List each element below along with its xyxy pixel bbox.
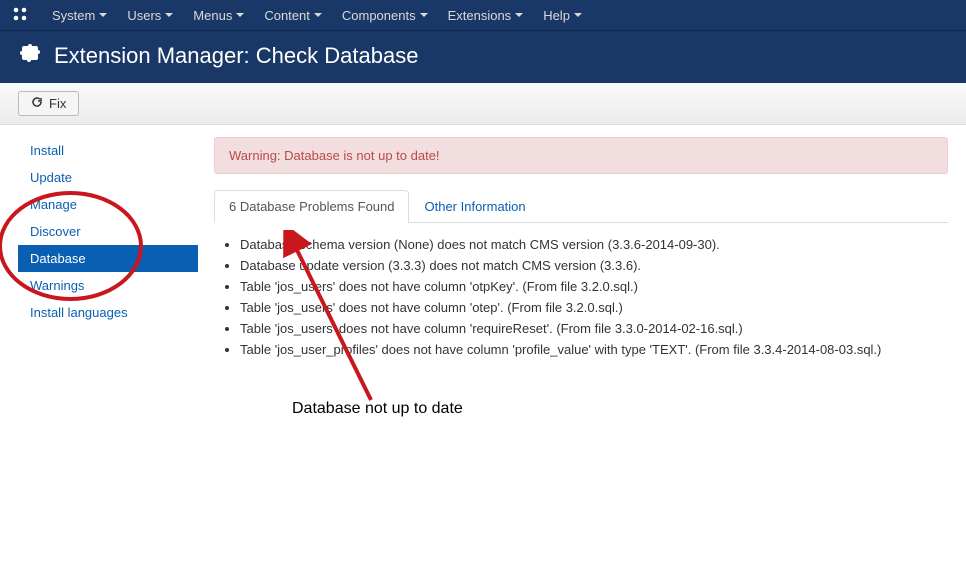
tab-other-information[interactable]: Other Information — [409, 190, 540, 222]
page-title-text: Extension Manager: Check Database — [54, 43, 418, 69]
sidebar-item-label: Update — [30, 170, 72, 185]
chevron-down-icon — [165, 13, 173, 17]
problem-item: Database update version (3.3.3) does not… — [240, 258, 944, 273]
sidebar-item-update[interactable]: Update — [18, 164, 198, 191]
chevron-down-icon — [99, 13, 107, 17]
menu-label: Users — [127, 8, 161, 23]
sidebar-item-install-languages[interactable]: Install languages — [18, 299, 198, 326]
sidebar-item-label: Discover — [30, 224, 81, 239]
problem-item: Table 'jos_user_profiles' does not have … — [240, 342, 944, 357]
fix-button[interactable]: Fix — [18, 91, 79, 116]
sidebar-item-label: Install languages — [30, 305, 128, 320]
problem-item: Table 'jos_users' does not have column '… — [240, 300, 944, 315]
sidebar-item-label: Warnings — [30, 278, 84, 293]
chevron-down-icon — [515, 13, 523, 17]
tabs: 6 Database Problems Found Other Informat… — [214, 190, 948, 223]
problem-item: Database schema version (None) does not … — [240, 237, 944, 252]
chevron-down-icon — [236, 13, 244, 17]
tab-content-problems: Database schema version (None) does not … — [214, 223, 948, 377]
tab-label: 6 Database Problems Found — [229, 199, 394, 214]
warning-alert: Warning: Database is not up to date! — [214, 137, 948, 174]
sidebar-item-discover[interactable]: Discover — [18, 218, 198, 245]
fix-button-label: Fix — [49, 96, 66, 111]
problem-item: Table 'jos_users' does not have column '… — [240, 321, 944, 336]
sidebar: Install Update Manage Discover Database … — [18, 137, 198, 377]
warning-alert-text: Warning: Database is not up to date! — [229, 148, 440, 163]
refresh-icon — [31, 96, 43, 111]
joomla-logo-icon — [12, 6, 28, 25]
menu-label: System — [52, 8, 95, 23]
problem-item: Table 'jos_users' does not have column '… — [240, 279, 944, 294]
main-content: Warning: Database is not up to date! 6 D… — [214, 137, 948, 377]
page-title: Extension Manager: Check Database — [18, 41, 948, 71]
menu-users[interactable]: Users — [117, 0, 183, 30]
top-menu-bar: System Users Menus Content Components Ex… — [0, 0, 966, 30]
menu-label: Components — [342, 8, 416, 23]
menu-system[interactable]: System — [42, 0, 117, 30]
chevron-down-icon — [420, 13, 428, 17]
problems-list: Database schema version (None) does not … — [240, 237, 944, 357]
tab-problems[interactable]: 6 Database Problems Found — [214, 190, 409, 223]
menu-label: Menus — [193, 8, 232, 23]
chevron-down-icon — [314, 13, 322, 17]
sidebar-item-label: Install — [30, 143, 64, 158]
menu-menus[interactable]: Menus — [183, 0, 254, 30]
title-bar: Extension Manager: Check Database — [0, 30, 966, 83]
menu-label: Content — [264, 8, 310, 23]
sidebar-item-database[interactable]: Database — [18, 245, 198, 272]
menu-help[interactable]: Help — [533, 0, 592, 30]
menu-content[interactable]: Content — [254, 0, 332, 30]
top-menu: System Users Menus Content Components Ex… — [42, 0, 592, 30]
sidebar-item-install[interactable]: Install — [18, 137, 198, 164]
menu-components[interactable]: Components — [332, 0, 438, 30]
menu-label: Help — [543, 8, 570, 23]
chevron-down-icon — [574, 13, 582, 17]
sidebar-item-label: Database — [30, 251, 86, 266]
sidebar-item-manage[interactable]: Manage — [18, 191, 198, 218]
main-container: Install Update Manage Discover Database … — [0, 125, 966, 417]
tab-label: Other Information — [424, 199, 525, 214]
menu-extensions[interactable]: Extensions — [438, 0, 534, 30]
menu-label: Extensions — [448, 8, 512, 23]
toolbar: Fix — [0, 83, 966, 125]
puzzle-icon — [18, 41, 42, 71]
sidebar-item-label: Manage — [30, 197, 77, 212]
annotation-caption: Database not up to date — [292, 400, 463, 418]
sidebar-item-warnings[interactable]: Warnings — [18, 272, 198, 299]
